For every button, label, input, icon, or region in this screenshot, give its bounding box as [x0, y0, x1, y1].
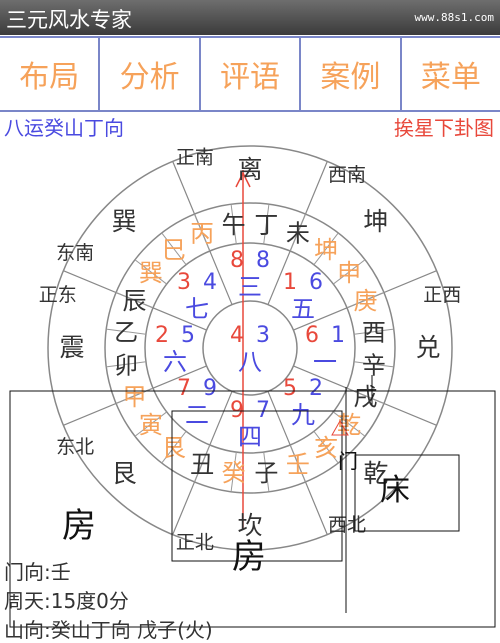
mountain-label: 戌: [353, 383, 377, 411]
trigram-number: 七: [185, 295, 209, 323]
tab-comments[interactable]: 评语: [201, 38, 302, 110]
water-star: 3: [256, 323, 270, 348]
direction-label: 正北: [176, 531, 214, 553]
mountain-star: 7: [177, 376, 191, 401]
mountain-label: 辛: [362, 351, 386, 379]
trigram-number: 九: [291, 401, 315, 429]
mountain-star: 3: [177, 270, 191, 295]
trigram-number: 五: [291, 295, 315, 323]
mountain-label: 巽: [139, 259, 163, 287]
mountain-label: 辰: [123, 287, 147, 315]
mountain-label: 午: [222, 211, 246, 239]
sketch-label-door: 门: [338, 449, 358, 473]
tab-bar: 布局 分析 评语 案例 菜单: [0, 36, 500, 112]
sketch-label-house: 房: [232, 537, 266, 577]
mountain-label: 壬: [286, 450, 310, 478]
tab-layout[interactable]: 布局: [0, 38, 101, 110]
tab-analysis[interactable]: 分析: [100, 38, 201, 110]
trigram-number: 八: [238, 348, 262, 376]
mountain-label: 寅: [139, 411, 163, 439]
direction-label: 离: [237, 155, 262, 184]
trigram-number: 六: [163, 348, 187, 376]
direction-label: 艮: [112, 459, 137, 488]
mountain-label: 申: [337, 259, 361, 287]
direction-label: 正西: [423, 284, 461, 306]
direction-label: 东南: [56, 242, 94, 264]
mountain-star: 4: [230, 323, 244, 348]
mountain-label: 亥: [314, 434, 338, 462]
mountain-label: 乙: [114, 319, 138, 347]
tab-menu[interactable]: 菜单: [402, 38, 500, 110]
mountain-label: 艮: [162, 434, 186, 462]
mountain-label: 卯: [114, 351, 138, 379]
direction-label: 兑: [415, 333, 440, 362]
direction-label: 西北: [328, 514, 366, 536]
mountain-star: 8: [230, 248, 244, 273]
mountain-label: 坤: [314, 236, 338, 264]
mountain-label: 丁: [254, 211, 278, 239]
direction-label: 西南: [328, 164, 366, 186]
mountain-label: 未: [286, 220, 310, 248]
water-star: 8: [256, 248, 270, 273]
water-star: 9: [203, 376, 217, 401]
direction-label: 坎: [237, 511, 262, 540]
mountain-label: 甲: [123, 383, 147, 411]
trigram-number: 四: [238, 423, 262, 451]
feng-shui-chart[interactable]: 离西南坤兑正西西北乾正北坎东北艮正东震东南巽正南 午丁未坤申庚酉辛戌乾亥壬子癸丑…: [0, 135, 500, 643]
mountain-label: 酉: [362, 319, 386, 347]
app-title: 三元风水专家: [6, 8, 132, 32]
mountain-label: 丑: [190, 450, 214, 478]
direction-label: 东北: [56, 436, 94, 458]
tab-cases[interactable]: 案例: [301, 38, 402, 110]
mountain-label: 子: [254, 459, 278, 487]
sketch-label-house: 房: [62, 506, 96, 546]
water-star: 2: [309, 376, 323, 401]
mountain-label: 庚: [353, 287, 377, 315]
trigram-number: 二: [185, 401, 209, 429]
water-star: 5: [181, 323, 195, 348]
watermark: www.88s1.com: [414, 11, 494, 24]
mountain-label: 癸: [222, 459, 246, 487]
direction-label: 正东: [39, 284, 77, 306]
trigram-number: 三: [238, 273, 262, 301]
mountain-star: 5: [283, 376, 297, 401]
water-star: 6: [309, 270, 323, 295]
palace-stars: 8 8三 1 6五6 1一4 3八5 2九9 7四7 9二2 5六3 4七: [155, 248, 345, 451]
mountain-facing: 山向:癸山丁向 戊子(火): [4, 618, 213, 642]
water-star: 4: [203, 270, 217, 295]
direction-label: 坤: [363, 207, 388, 236]
sketch-label-bed: 床: [380, 473, 410, 508]
direction-label: 震: [59, 333, 84, 362]
door-direction: 门向:壬: [4, 560, 71, 584]
direction-label: 正南: [176, 147, 214, 169]
mountain-star: 1: [283, 270, 297, 295]
degree-reading: 周天:15度0分: [4, 589, 129, 613]
water-star: 1: [331, 323, 345, 348]
trigram-number: 一: [313, 348, 337, 376]
mountain-label: 丙: [190, 220, 214, 248]
direction-label: 巽: [112, 207, 137, 236]
mountain-label: 巳: [162, 236, 186, 264]
title-bar: 三元风水专家 www.88s1.com: [0, 0, 500, 35]
mountain-star: 6: [305, 323, 319, 348]
mountain-star: 2: [155, 323, 169, 348]
